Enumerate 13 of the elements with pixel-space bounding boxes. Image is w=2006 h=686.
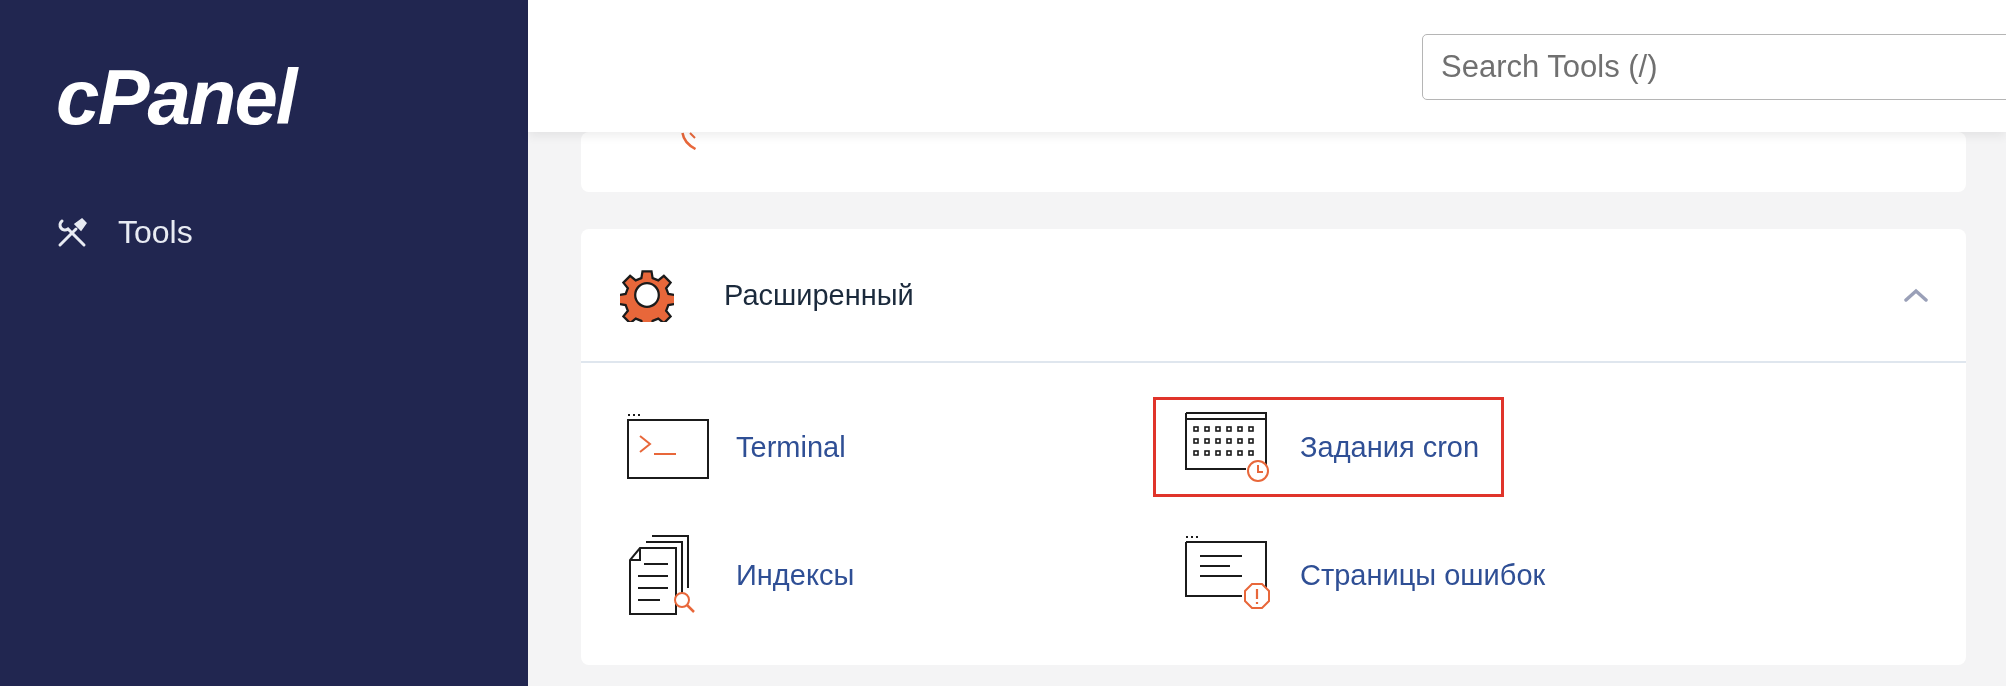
arc-icon [681, 132, 697, 150]
logo[interactable]: cPanel [56, 58, 528, 136]
chevron-icon [1904, 288, 1928, 302]
sidebar-item[interactable]: Tools [56, 214, 528, 251]
tool-link[interactable]: Индексы [595, 525, 880, 625]
terminal-icon [626, 414, 710, 480]
gear-icon [620, 268, 674, 322]
tool-link[interactable]: Страницы ошибок [1153, 525, 1571, 625]
tool-link[interactable]: Terminal [595, 397, 871, 497]
search-field[interactable]: Search Tools (/) [1422, 33, 2006, 100]
section-title: Расширенный [724, 278, 915, 312]
tool-link[interactable]: Задания cron [1153, 397, 1505, 497]
tools-icon [56, 216, 88, 249]
